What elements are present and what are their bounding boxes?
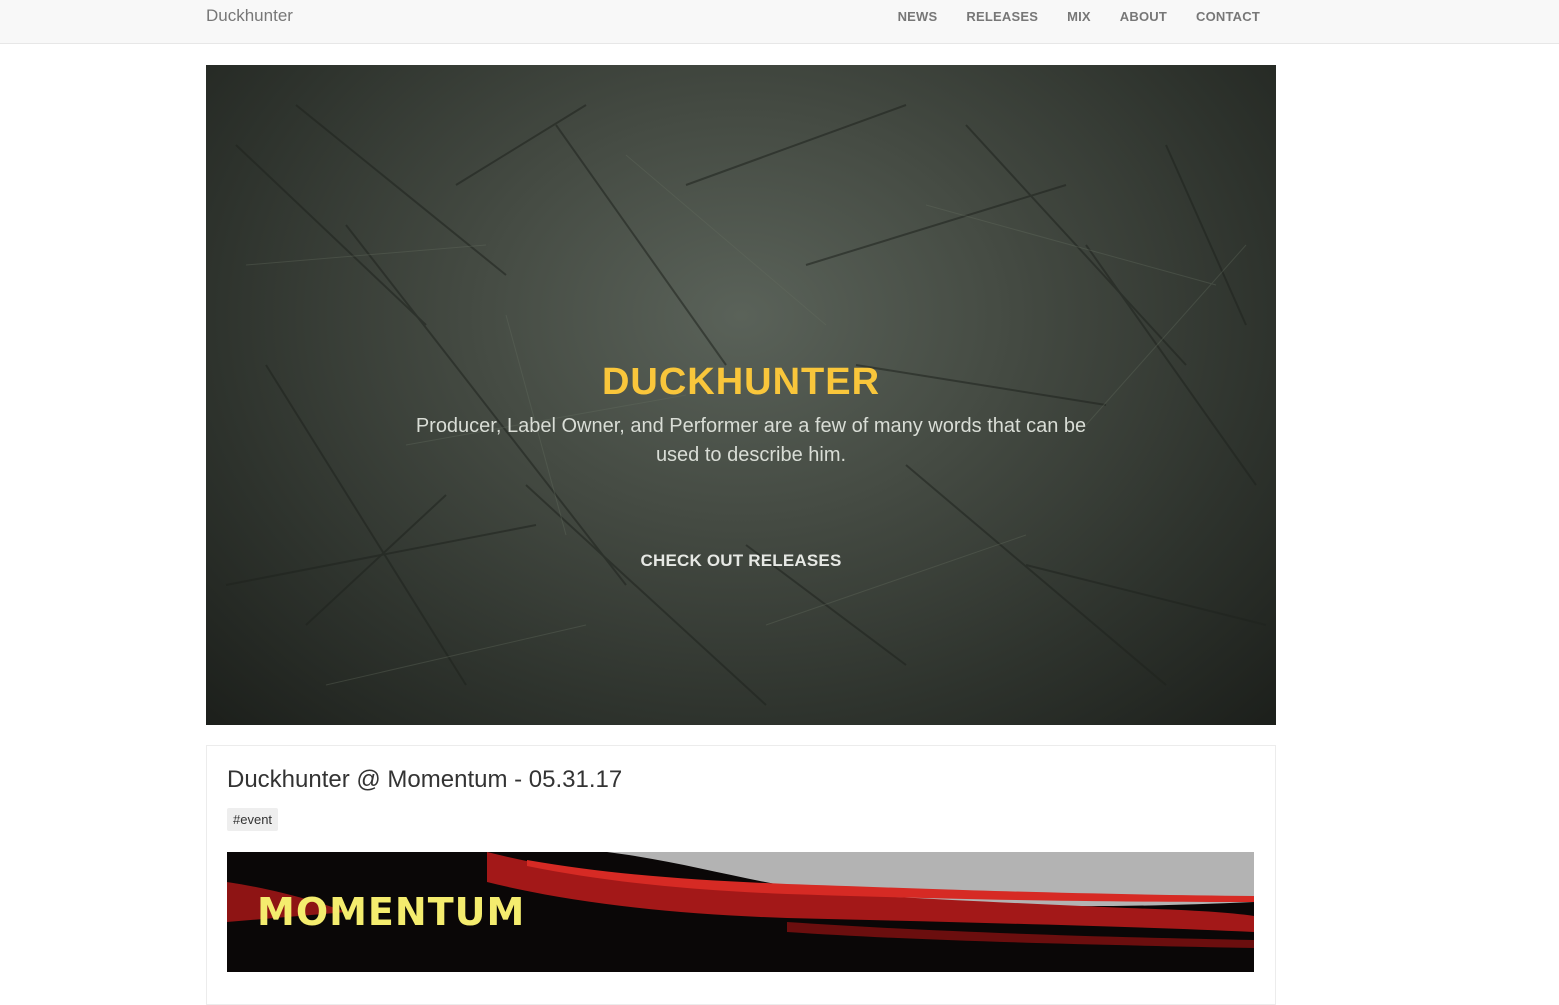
flyer-title: MOMENTUM — [257, 890, 526, 934]
news-post: Duckhunter @ Momentum - 05.31.17 #event … — [206, 745, 1276, 1005]
hero-subtitle: Producer, Label Owner, and Performer are… — [415, 415, 1087, 466]
hero-banner: DUCKHUNTER Producer, Label Owner, and Pe… — [206, 65, 1276, 725]
brand-link[interactable]: Duckhunter — [206, 6, 293, 26]
top-navbar: Duckhunter NEWS RELEASES MIX ABOUT CONTA… — [0, 0, 1559, 44]
nav-link-releases[interactable]: RELEASES — [952, 9, 1053, 24]
hero-title: DUCKHUNTER — [601, 361, 881, 403]
nav-link-mix[interactable]: MIX — [1053, 9, 1106, 24]
nav-link-about[interactable]: ABOUT — [1105, 9, 1181, 24]
nav-link-contact[interactable]: CONTACT — [1182, 9, 1260, 24]
post-tag[interactable]: #event — [227, 808, 279, 831]
post-title[interactable]: Duckhunter @ Momentum - 05.31.17 — [227, 766, 622, 794]
nav-link-news[interactable]: NEWS — [883, 9, 952, 24]
post-image[interactable]: MOMENTUM — [227, 852, 1254, 972]
check-out-releases-label[interactable]: CHECK OUT RELEASES — [640, 551, 841, 570]
check-out-releases-button[interactable]: CHECK OUT RELEASES — [206, 551, 1276, 571]
nav-menu: NEWS RELEASES MIX ABOUT CONTACT — [883, 9, 1260, 24]
